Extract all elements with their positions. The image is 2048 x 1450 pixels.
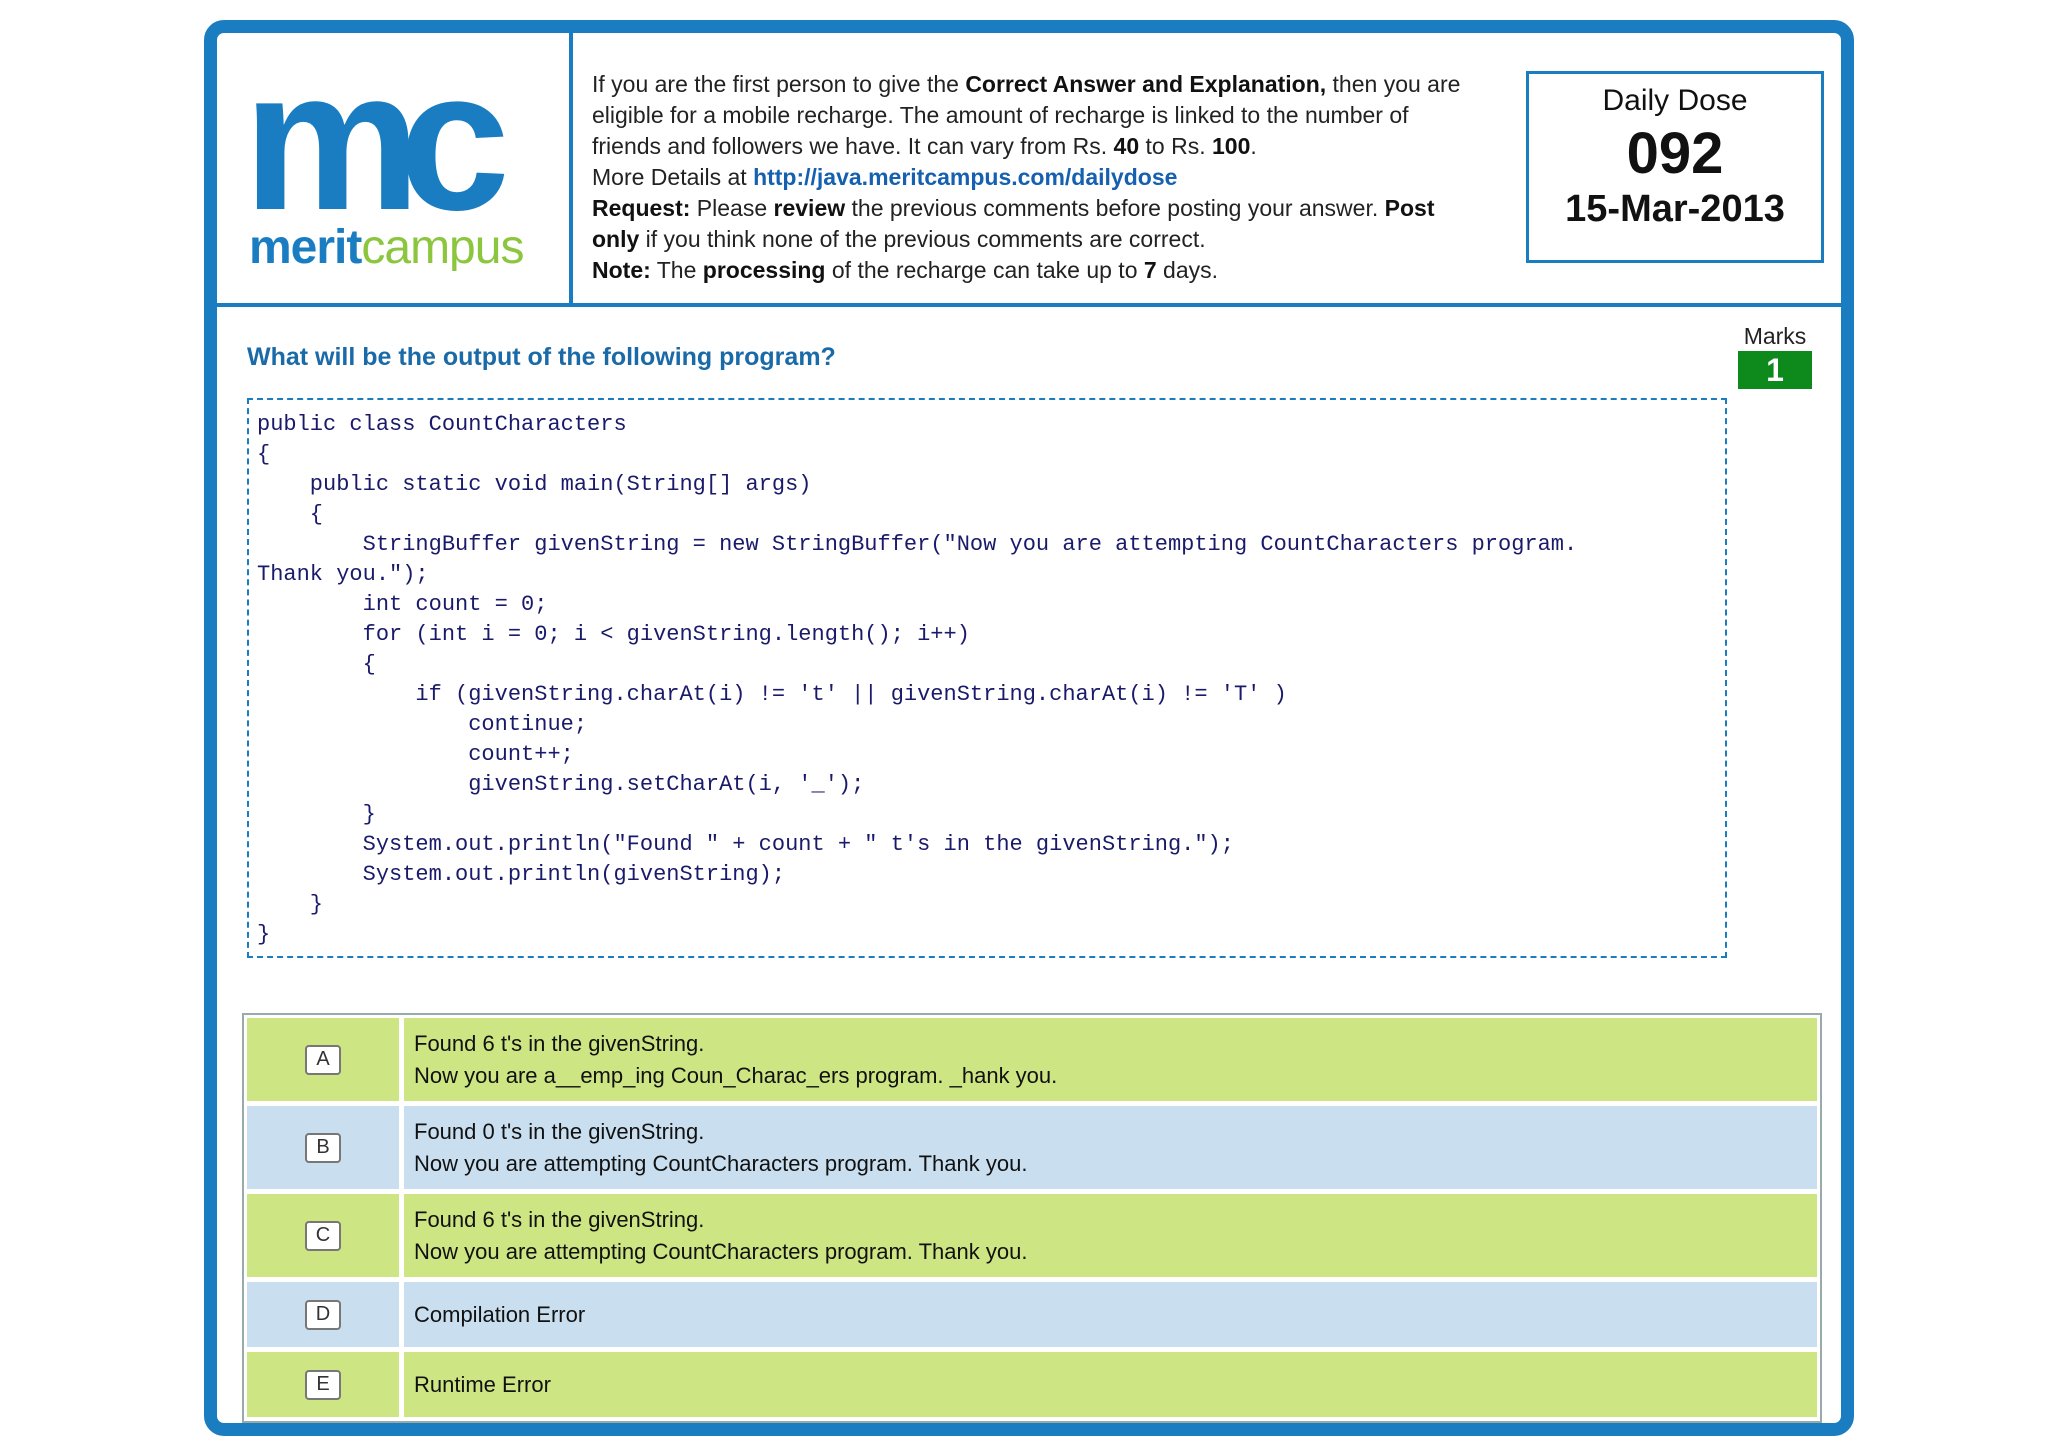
daily-dose-number: 092 — [1626, 121, 1724, 186]
info-text-span: to Rs. — [1139, 133, 1212, 159]
info-text-span: The — [650, 257, 703, 283]
info-line: If you are the first person to give the … — [592, 69, 1492, 100]
option-letter: E — [305, 1369, 341, 1400]
option-line2: Now you are a__emp_ing Coun_Charac_ers p… — [414, 1062, 1058, 1088]
meritcampus-logo: mc meritcampus — [247, 71, 527, 271]
option-line2: Now you are attempting CountCharacters p… — [414, 1238, 1028, 1264]
daily-dose-title: Daily Dose — [1602, 84, 1748, 117]
info-text-span: days. — [1156, 257, 1219, 283]
quiz-card: mc meritcampus If you are the first pers… — [204, 20, 1854, 1436]
info-text: If you are the first person to give the … — [592, 69, 1492, 286]
dailydose-link[interactable]: http://java.meritcampus.com/dailydose — [753, 164, 1177, 190]
option-line1: Runtime Error — [414, 1371, 551, 1397]
info-text-span: More Details at — [592, 164, 754, 190]
code-block: public class CountCharacters { public st… — [247, 398, 1727, 958]
option-letter: B — [305, 1132, 341, 1163]
info-text-span: if you think none of the previous commen… — [639, 226, 1206, 252]
option-line1: Compilation Error — [414, 1301, 586, 1327]
logo-cell: mc meritcampus — [217, 33, 573, 303]
info-bold: Request: — [592, 195, 691, 221]
option-b[interactable]: B Found 0 t's in the givenString. Now you… — [247, 1106, 1817, 1189]
option-letter-cell: C — [247, 1194, 404, 1277]
info-text-span: . — [1250, 133, 1257, 159]
code-text: public class CountCharacters { public st… — [257, 412, 1578, 947]
info-bold: Correct Answer and Explanation, — [965, 71, 1327, 97]
answer-options: A Found 6 t's in the givenString. Now you… — [242, 1013, 1822, 1423]
daily-dose-box: Daily Dose 092 15-Mar-2013 — [1526, 71, 1824, 263]
option-letter: A — [305, 1044, 341, 1075]
daily-dose-date: 15-Mar-2013 — [1565, 188, 1785, 230]
info-bold: 40 — [1113, 133, 1140, 159]
option-letter-cell: D — [247, 1282, 404, 1347]
option-line1: Found 6 t's in the givenString. — [414, 1206, 705, 1232]
info-text-span: friends and followers we have. It can va… — [592, 133, 1114, 159]
info-bold: Note: — [592, 257, 651, 283]
option-e[interactable]: E Runtime Error — [247, 1352, 1817, 1417]
info-bold: 7 — [1143, 257, 1157, 283]
option-text: Found 0 t's in the givenString. Now you a… — [404, 1106, 1817, 1189]
option-text: Found 6 t's in the givenString. Now you a… — [404, 1018, 1817, 1101]
marks-value: 1 — [1738, 351, 1812, 389]
option-line1: Found 0 t's in the givenString. — [414, 1118, 705, 1144]
option-text: Found 6 t's in the givenString. Now you a… — [404, 1194, 1817, 1277]
info-line: Request: Please review the previous comm… — [592, 193, 1492, 224]
info-bold: review — [773, 195, 846, 221]
option-line1: Found 6 t's in the givenString. — [414, 1030, 705, 1056]
option-letter-cell: B — [247, 1106, 404, 1189]
info-text-span: then you are — [1326, 71, 1461, 97]
option-letter-cell: A — [247, 1018, 404, 1101]
option-a[interactable]: A Found 6 t's in the givenString. Now you… — [247, 1018, 1817, 1101]
question-text: What will be the output of the following… — [247, 343, 836, 371]
header: mc meritcampus If you are the first pers… — [217, 33, 1841, 307]
option-text: Runtime Error — [404, 1352, 1817, 1417]
info-text-span: If you are the first person to give the — [592, 71, 966, 97]
info-bold: only — [592, 226, 640, 252]
option-letter-cell: E — [247, 1352, 404, 1417]
option-c[interactable]: C Found 6 t's in the givenString. Now you… — [247, 1194, 1817, 1277]
option-text: Compilation Error — [404, 1282, 1817, 1347]
marks-label: Marks — [1743, 323, 1807, 349]
info-bold: Post — [1384, 195, 1435, 221]
option-letter: D — [305, 1299, 341, 1330]
option-line2: Now you are attempting CountCharacters p… — [414, 1150, 1028, 1176]
info-bold: processing — [702, 257, 826, 283]
logo-name-campus: campus — [361, 221, 523, 271]
info-line: More Details at http://java.meritcampus.… — [592, 162, 1492, 193]
info-line: only if you think none of the previous c… — [592, 224, 1492, 255]
info-text-span: of the recharge can take up to — [825, 257, 1144, 283]
logo-name-merit: merit — [249, 221, 362, 271]
info-text-span: Please — [690, 195, 774, 221]
option-letter: C — [305, 1220, 341, 1251]
info-line: friends and followers we have. It can va… — [592, 131, 1492, 162]
info-bold: 100 — [1212, 133, 1251, 159]
info-line: eligible for a mobile recharge. The amou… — [592, 102, 1409, 128]
option-d[interactable]: D Compilation Error — [247, 1282, 1817, 1347]
info-line: Note: The processing of the recharge can… — [592, 255, 1492, 286]
info-text-span: the previous comments before posting you… — [845, 195, 1385, 221]
logo-name: meritcampus — [249, 221, 523, 271]
